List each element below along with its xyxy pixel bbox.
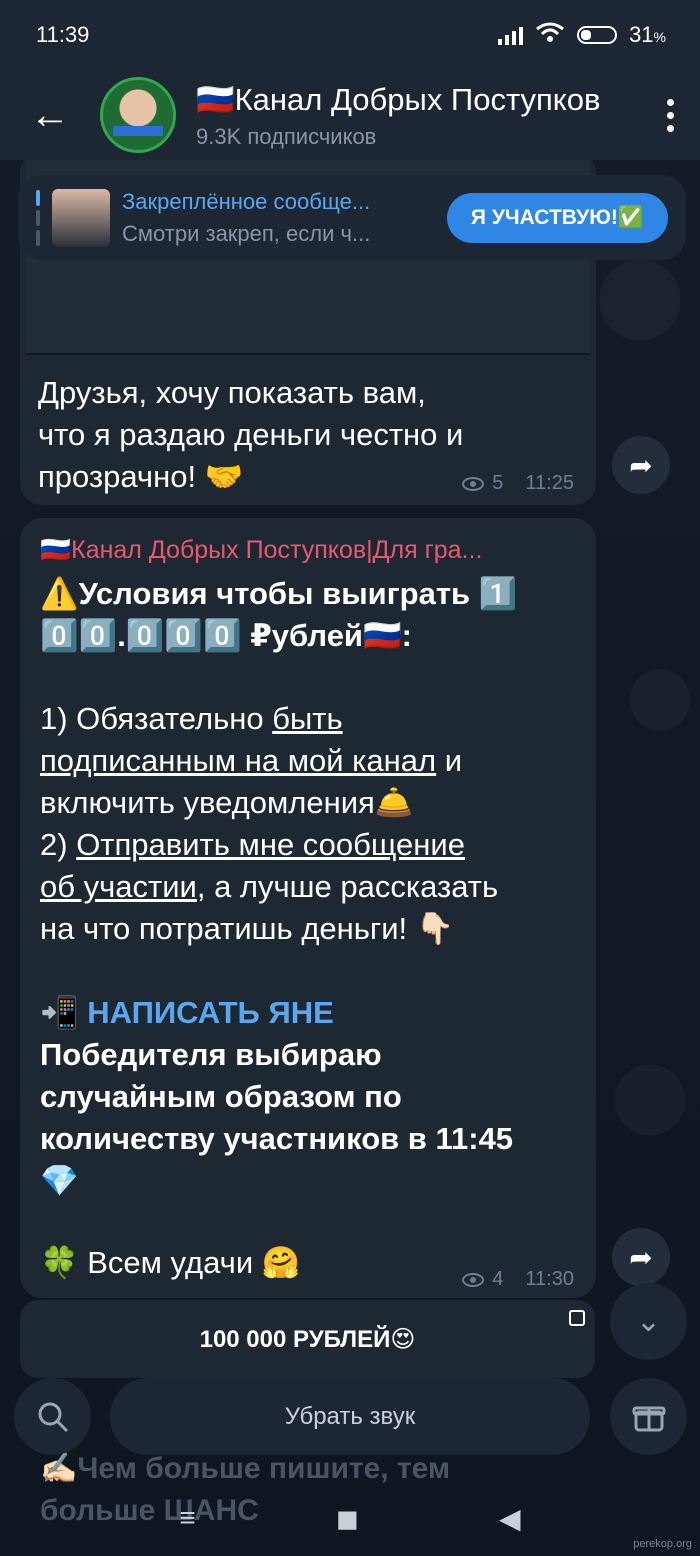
battery-icon — [577, 26, 618, 44]
message-line: количеству участников в 11:45 — [40, 1121, 514, 1156]
subscriber-count: 9.3K подписчиков — [196, 123, 377, 149]
more-options-icon[interactable] — [640, 98, 700, 132]
message-line: включить уведомления🛎️ — [40, 785, 414, 820]
phone-icon: 📲 — [40, 995, 79, 1030]
message-meta: 4 11:30 — [462, 1268, 574, 1291]
message-line: на что потратишь деньги! 👇🏻 — [40, 911, 455, 946]
message-link[interactable]: Отправить мне сообщение — [76, 827, 465, 862]
diamond-icon: 💎 — [40, 1163, 79, 1198]
channel-avatar[interactable] — [100, 77, 176, 153]
watermark: perekop.org — [633, 1538, 692, 1550]
signal-icon — [498, 25, 524, 45]
pinned-message-bar[interactable]: Закреплённое сообще... Смотри закреп, ес… — [18, 175, 686, 260]
pinned-subtitle: Смотри закреп, если ч... — [122, 220, 371, 246]
message-link[interactable]: об участии — [40, 869, 197, 904]
status-icons: 31% — [498, 21, 666, 49]
expand-icon — [569, 1310, 585, 1326]
view-count: 5 — [492, 472, 504, 494]
menu-icon[interactable]: ≡ — [179, 1502, 195, 1534]
message-line: что я раздаю деньги честно и — [38, 417, 464, 452]
view-count: 4 — [492, 1268, 504, 1290]
message-line: подписанным на мой канал и — [40, 740, 462, 782]
message-time: 11:30 — [525, 1268, 574, 1290]
pinned-text: Закреплённое сообще... Смотри закреп, ес… — [122, 189, 447, 247]
text-span: 2) — [40, 827, 77, 862]
mute-button[interactable]: Убрать звук — [110, 1378, 590, 1455]
chat-header: ← 🇷🇺Канал Добрых Поступков 9.3K подписчи… — [0, 70, 700, 160]
search-icon[interactable] — [14, 1378, 91, 1455]
cta-line: 📲 НАПИСАТЬ ЯНЕ — [40, 992, 334, 1034]
views-icon — [462, 1272, 485, 1287]
message-link[interactable]: быть — [272, 701, 342, 736]
text-span: , а лучше рассказать — [196, 869, 499, 904]
inline-keyboard-button[interactable]: 100 000 РУБЛЕЙ😍 — [20, 1300, 595, 1378]
message-line: 0️⃣0️⃣.0️⃣0️⃣0️⃣ ₽ублей🇷🇺: — [40, 618, 412, 653]
participate-button[interactable]: Я УЧАСТВУЮ!✅ — [446, 192, 668, 243]
back-button[interactable]: ← — [0, 70, 100, 160]
text-span: и — [436, 743, 463, 778]
message-meta: 5 11:25 — [462, 472, 574, 495]
battery-level: 31 — [629, 22, 654, 47]
status-bar: 11:39 31% — [0, 0, 700, 70]
home-icon[interactable]: ◼ — [336, 1502, 359, 1535]
views-icon — [462, 476, 485, 491]
message-line: 1) Обязательно быть — [40, 698, 343, 740]
message-link[interactable]: подписанным на мой канал — [40, 743, 436, 778]
forwarded-from[interactable]: 🇷🇺Канал Добрых Поступков|Для гра... — [40, 536, 580, 565]
header-text[interactable]: 🇷🇺Канал Добрых Поступков 9.3K подписчико… — [196, 81, 640, 150]
pinned-title: Закреплённое сообще... — [122, 188, 371, 214]
back-nav-icon[interactable]: ◀ — [499, 1502, 521, 1535]
message-line: случайным образом по — [40, 1079, 402, 1114]
message-line: об участии, а лучше рассказать — [40, 866, 498, 908]
channel-title: 🇷🇺Канал Добрых Поступков — [196, 81, 601, 117]
text-span: 1) Обязательно — [40, 701, 273, 736]
share-icon[interactable]: ➦ — [612, 1228, 670, 1286]
message-bubble[interactable]: 🇷🇺Канал Добрых Поступков|Для гра... ⚠️Ус… — [20, 518, 596, 1298]
status-time: 11:39 — [36, 22, 90, 47]
scroll-down-icon[interactable]: ⌄ — [610, 1283, 687, 1360]
message-line: ⚠️Условия чтобы выиграть 1️⃣ — [40, 576, 518, 611]
pinned-thumbnail — [52, 188, 110, 247]
message-line: 🍀 Всем удачи 🤗 — [40, 1245, 301, 1280]
system-nav-bar: ≡ ◼ ◀ — [0, 1480, 700, 1556]
inline-button-label: 100 000 РУБЛЕЙ😍 — [199, 1325, 416, 1353]
wifi-icon — [535, 21, 565, 49]
share-icon[interactable]: ➦ — [612, 436, 670, 494]
back-arrow-icon: ← — [30, 92, 70, 137]
write-link[interactable]: НАПИСАТЬ ЯНЕ — [87, 995, 334, 1030]
message-line: Друзья, хочу показать вам, — [38, 375, 426, 410]
message-line: Победителя выбираю — [40, 1037, 382, 1072]
gift-icon[interactable] — [610, 1378, 687, 1455]
message-line: 2) Отправить мне сообщение — [40, 824, 465, 866]
pin-indicator — [36, 189, 40, 246]
message-time: 11:25 — [525, 472, 574, 494]
